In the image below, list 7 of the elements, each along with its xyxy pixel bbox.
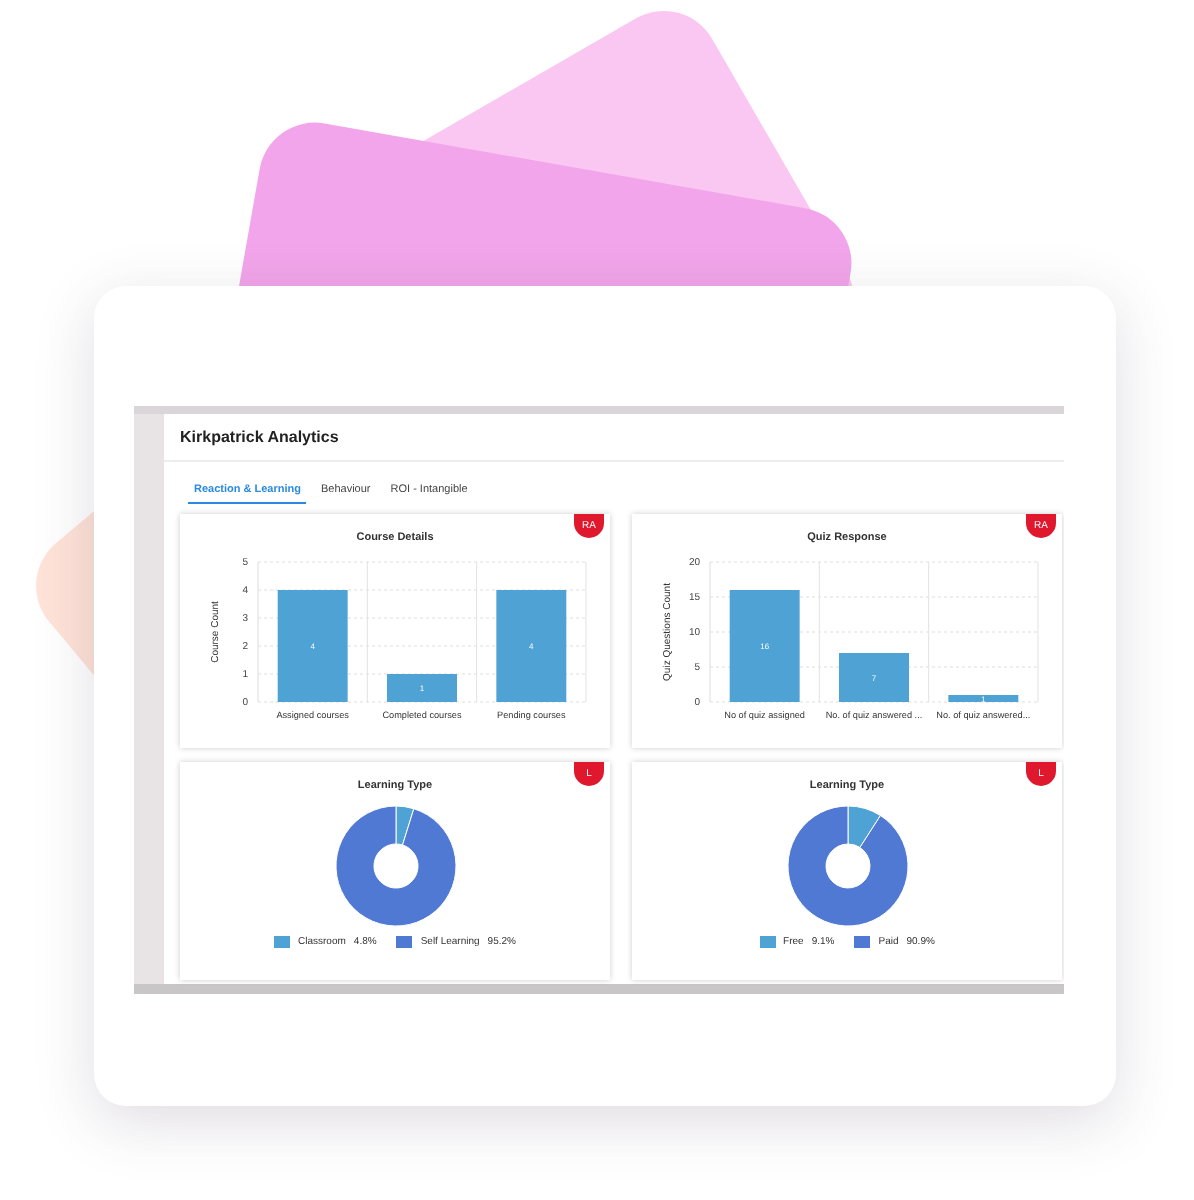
bar <box>948 695 1019 702</box>
bar <box>729 590 800 702</box>
bar <box>387 674 457 702</box>
page-title: Kirkpatrick Analytics <box>180 428 339 446</box>
bar <box>839 653 909 702</box>
bar <box>277 590 348 702</box>
bar <box>496 590 567 702</box>
